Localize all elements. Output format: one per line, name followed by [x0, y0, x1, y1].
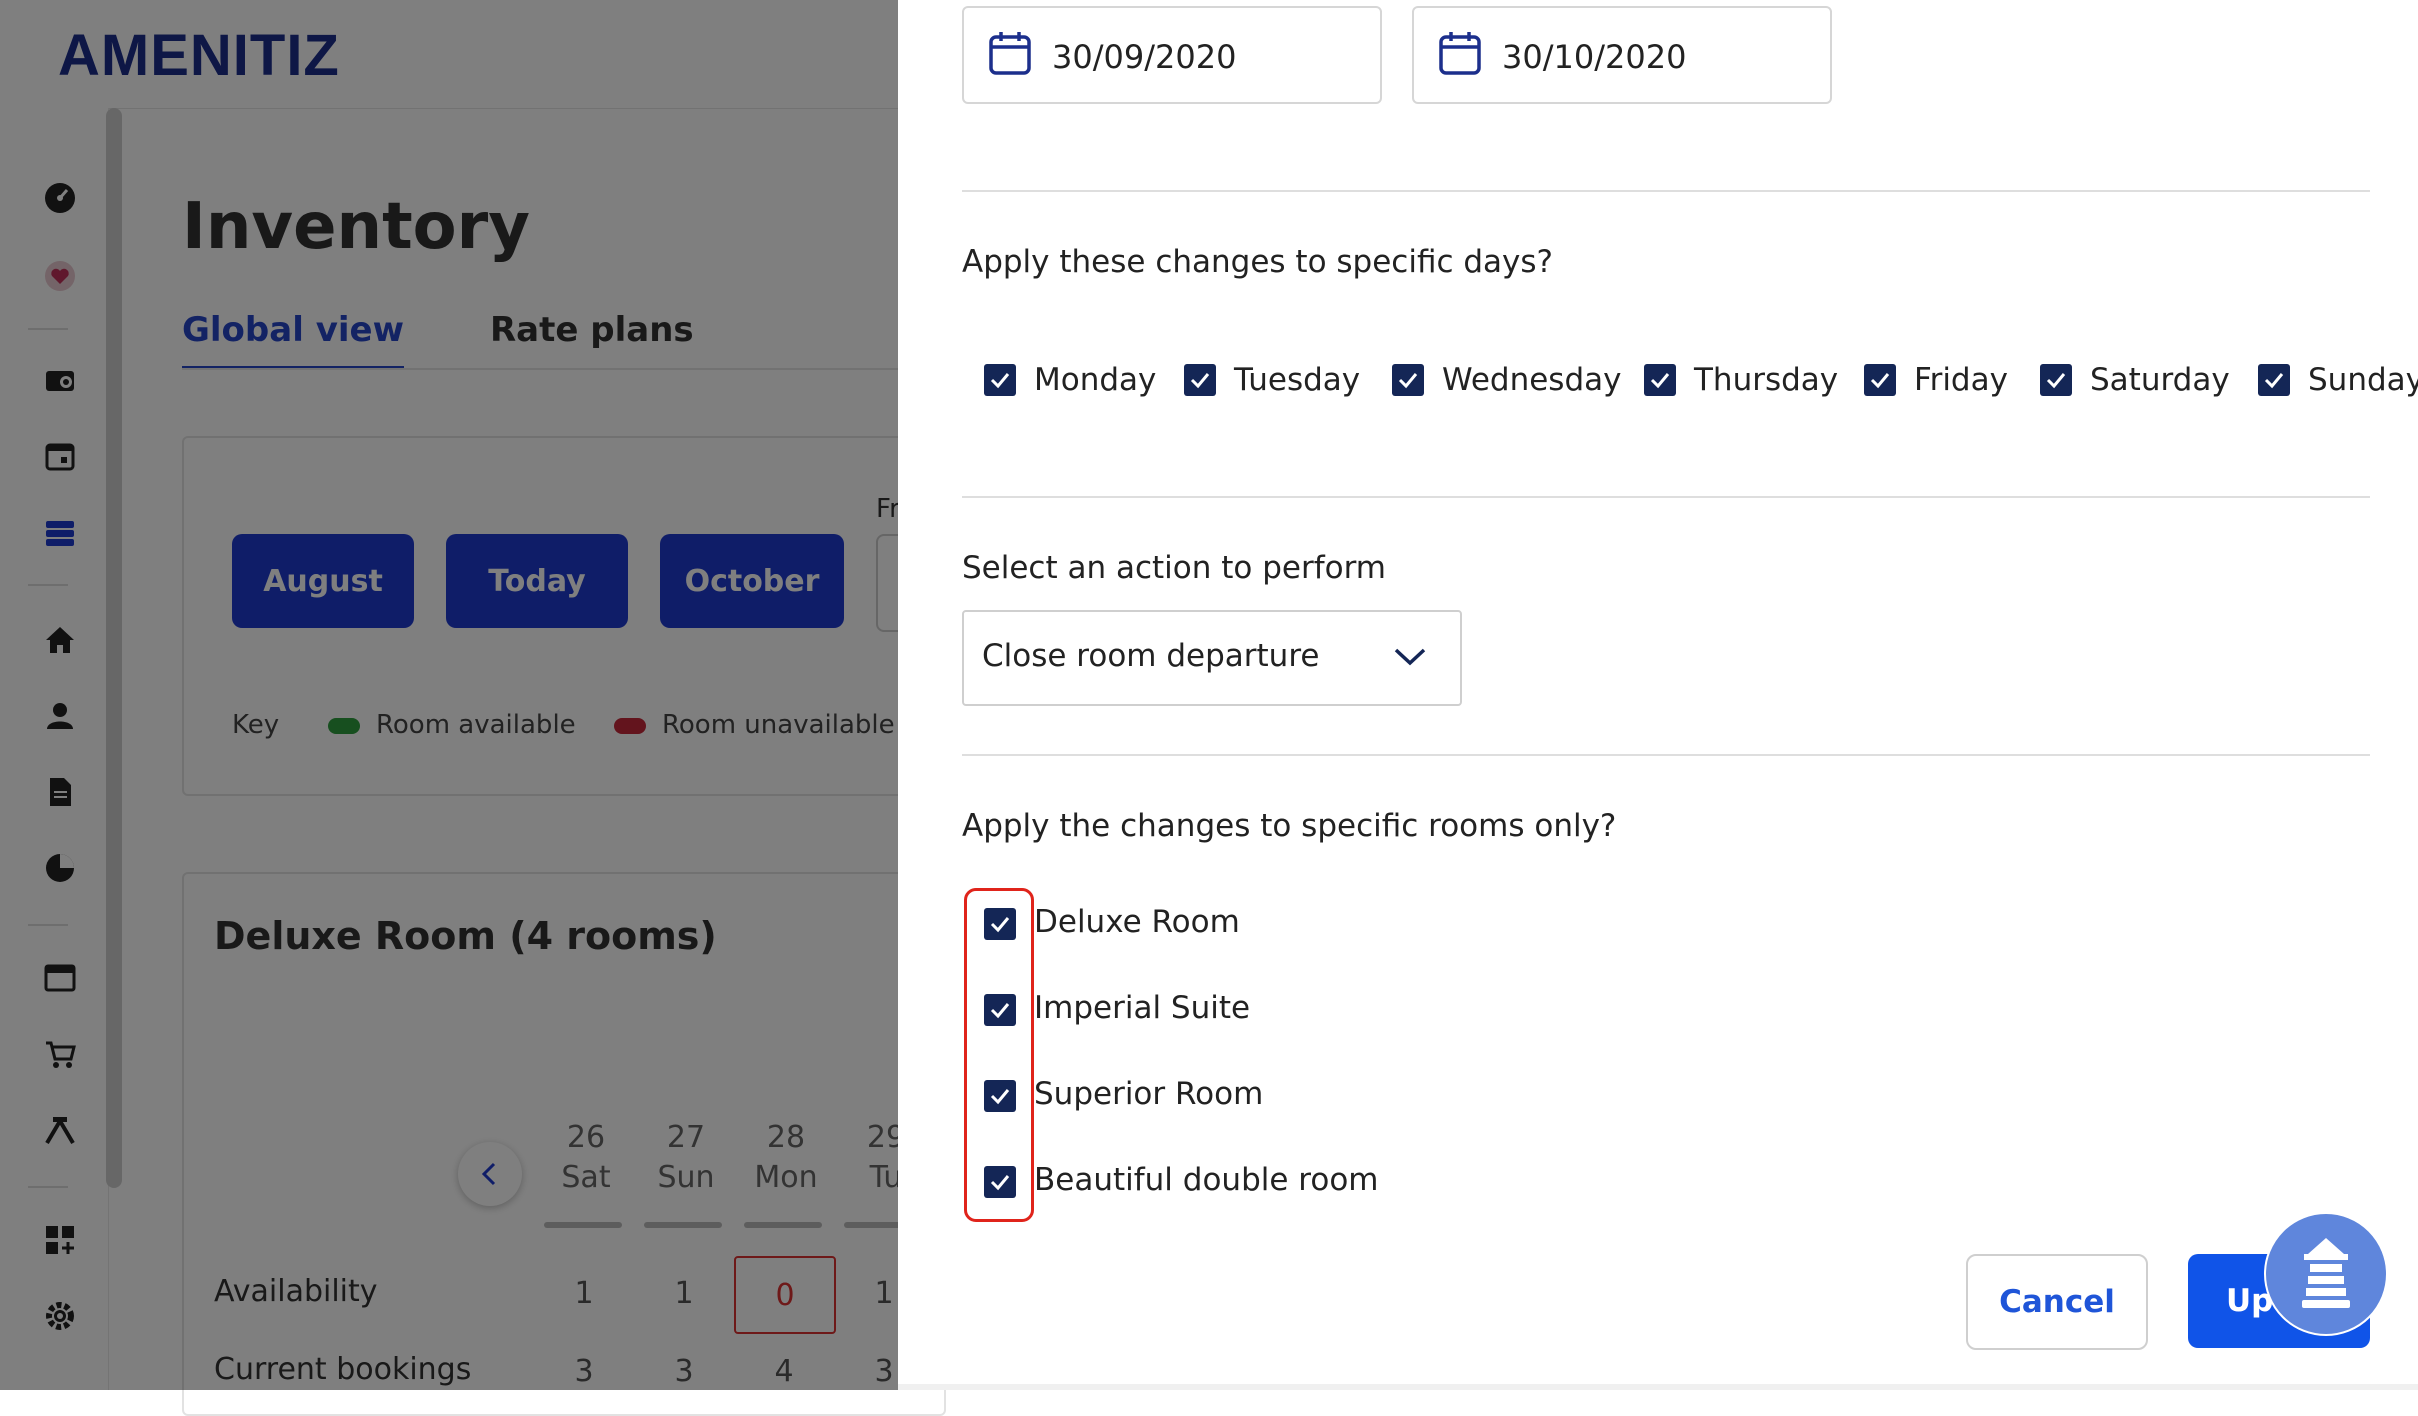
- monday-label[interactable]: Monday: [1034, 362, 1156, 398]
- thursday-checkbox[interactable]: [1644, 364, 1676, 396]
- check-icon: [1870, 373, 1890, 389]
- check-icon: [1650, 373, 1670, 389]
- check-icon: [2046, 373, 2066, 389]
- days-question: Apply these changes to specific days?: [962, 244, 1553, 280]
- thursday-label[interactable]: Thursday: [1694, 362, 1838, 398]
- wednesday-label[interactable]: Wednesday: [1442, 362, 1621, 398]
- deluxe-room-label[interactable]: Deluxe Room: [1034, 904, 1240, 940]
- calendar-icon: [989, 32, 1031, 75]
- sunday-checkbox[interactable]: [2258, 364, 2290, 396]
- chevron-down-icon: [1394, 648, 1426, 666]
- lighthouse-icon: [2302, 1238, 2350, 1308]
- section-divider: [962, 190, 2370, 192]
- action-question: Select an action to perform: [962, 550, 1387, 586]
- check-icon: [1398, 373, 1418, 389]
- tuesday-label[interactable]: Tuesday: [1234, 362, 1360, 398]
- imperial-suite-label[interactable]: Imperial Suite: [1034, 990, 1250, 1026]
- saturday-checkbox[interactable]: [2040, 364, 2072, 396]
- end-date-input[interactable]: 30/10/2020: [1412, 6, 1832, 104]
- start-date-value: 30/09/2020: [1052, 38, 1237, 76]
- action-select[interactable]: Close room departure: [962, 610, 1462, 706]
- action-select-value: Close room departure: [982, 638, 1320, 674]
- sunday-label[interactable]: Sunday: [2308, 362, 2418, 398]
- end-date-value: 30/10/2020: [1502, 38, 1687, 76]
- check-icon: [990, 917, 1010, 933]
- saturday-label[interactable]: Saturday: [2090, 362, 2230, 398]
- modal-backdrop[interactable]: [0, 0, 898, 1390]
- panel-bottom-edge: [898, 1384, 2418, 1390]
- deluxe-room-checkbox[interactable]: [984, 908, 1016, 940]
- monday-checkbox[interactable]: [984, 364, 1016, 396]
- check-icon: [2264, 373, 2284, 389]
- section-divider: [962, 754, 2370, 756]
- superior-room-label[interactable]: Superior Room: [1034, 1076, 1263, 1112]
- friday-label[interactable]: Friday: [1914, 362, 2008, 398]
- beautiful-double-room-label[interactable]: Beautiful double room: [1034, 1162, 1378, 1198]
- beautiful-double-room-checkbox[interactable]: [984, 1166, 1016, 1198]
- rooms-question: Apply the changes to specific rooms only…: [962, 808, 1617, 844]
- section-divider: [962, 496, 2370, 498]
- check-icon: [1190, 373, 1210, 389]
- wednesday-checkbox[interactable]: [1392, 364, 1424, 396]
- chat-widget-button[interactable]: [2264, 1212, 2388, 1336]
- cancel-button[interactable]: Cancel: [1966, 1254, 2148, 1350]
- calendar-icon: [1439, 32, 1481, 75]
- superior-room-checkbox[interactable]: [984, 1080, 1016, 1112]
- check-icon: [990, 1089, 1010, 1105]
- friday-checkbox[interactable]: [1864, 364, 1896, 396]
- check-icon: [990, 1003, 1010, 1019]
- start-date-input[interactable]: 30/09/2020: [962, 6, 1382, 104]
- imperial-suite-checkbox[interactable]: [984, 994, 1016, 1026]
- check-icon: [990, 1175, 1010, 1191]
- tuesday-checkbox[interactable]: [1184, 364, 1216, 396]
- check-icon: [990, 373, 1010, 389]
